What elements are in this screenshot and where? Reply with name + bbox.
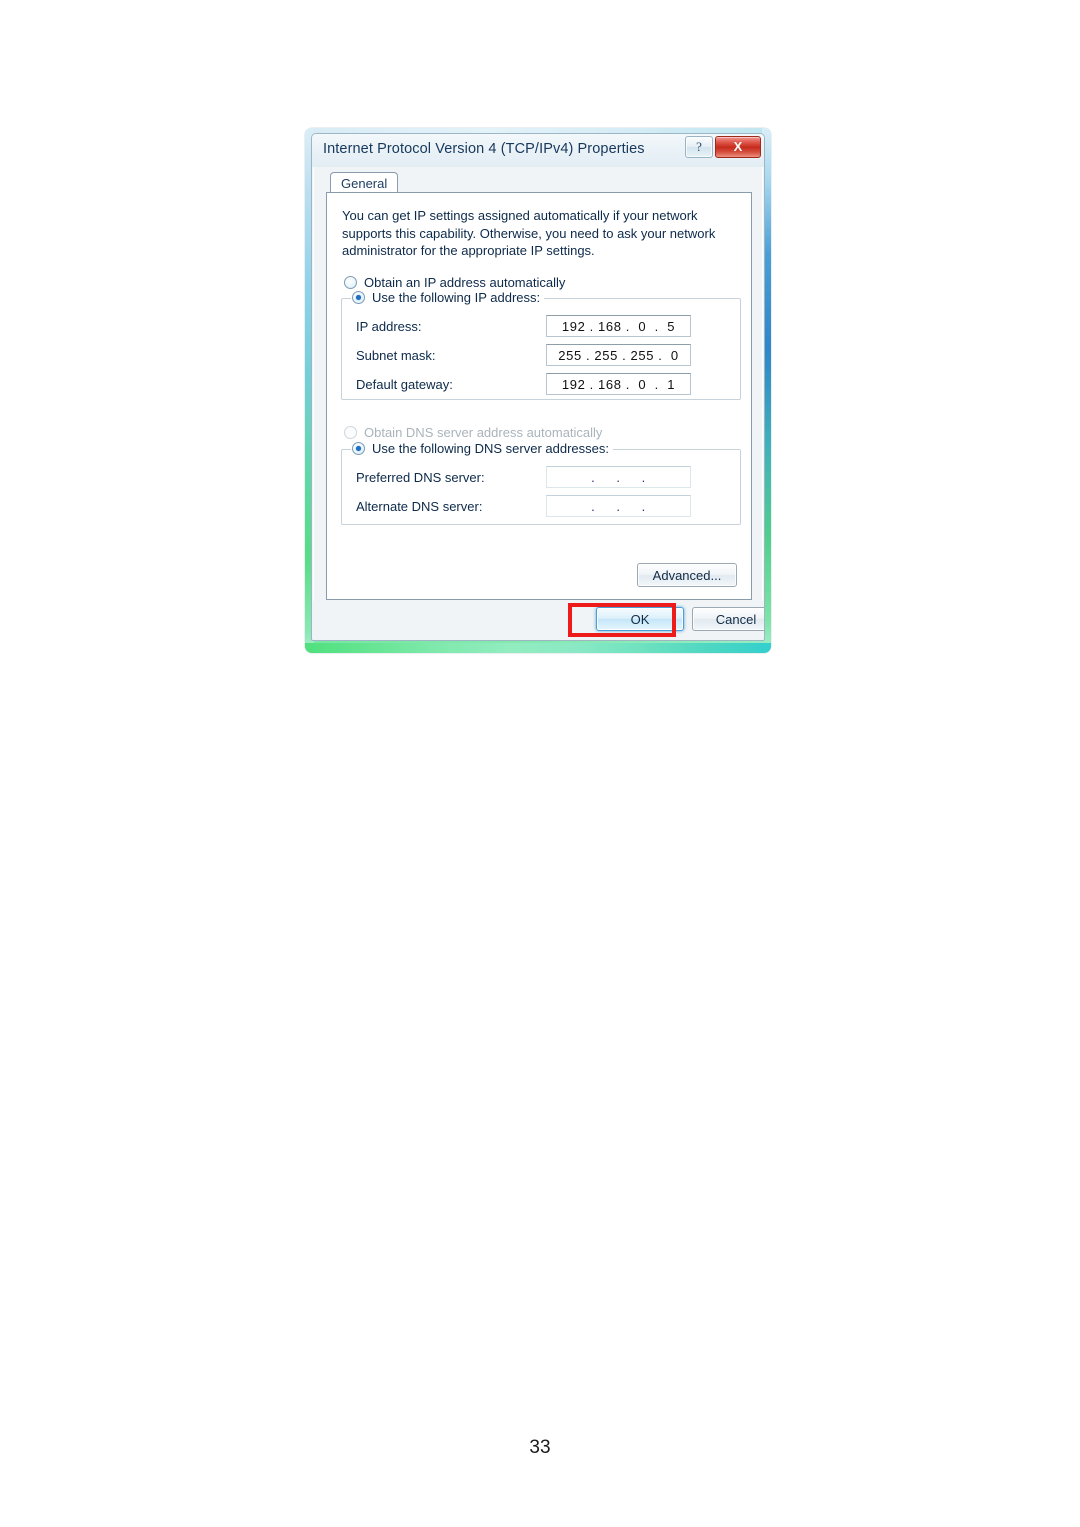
- radio-label-use-following-ip-address: Use the following IP address:: [372, 290, 541, 305]
- radio-label-obtain-dns-automatically: Obtain DNS server address automatically: [364, 425, 603, 440]
- radio-use-following-ip-address[interactable]: Use the following IP address:: [351, 290, 545, 305]
- dialog-title: Internet Protocol Version 4 (TCP/IPv4) P…: [323, 141, 645, 157]
- radio-use-following-dns-addresses[interactable]: Use the following DNS server addresses:: [351, 441, 613, 456]
- input-preferred-dns-server[interactable]: . . .: [546, 466, 691, 488]
- tab-strip: General: [326, 172, 752, 193]
- caption-button-group: ? X: [685, 136, 761, 158]
- cancel-button[interactable]: Cancel: [692, 607, 764, 631]
- field-row-subnet-mask: Subnet mask: 255 . 255 . 255 . 0: [356, 344, 691, 366]
- input-ip-address[interactable]: 192 . 168 . 0 . 5: [546, 315, 691, 337]
- tab-area: General You can get IP settings assigned…: [326, 172, 752, 600]
- input-alternate-dns-server[interactable]: . . .: [546, 495, 691, 517]
- radio-indicator-use-following-dns-addresses: [352, 442, 365, 455]
- field-row-alternate-dns: Alternate DNS server: . . .: [356, 495, 691, 517]
- radio-indicator-obtain-ip-automatically: [344, 276, 357, 289]
- help-icon[interactable]: ?: [685, 136, 713, 158]
- tab-general[interactable]: General: [330, 172, 399, 193]
- radio-obtain-ip-automatically[interactable]: Obtain an IP address automatically: [344, 275, 565, 290]
- ip-address-groupbox: Use the following IP address: IP address…: [341, 290, 741, 400]
- page-number: 33: [529, 1437, 551, 1458]
- tab-panel-general: You can get IP settings assigned automat…: [326, 192, 752, 600]
- radio-indicator-obtain-dns-automatically: [344, 426, 357, 439]
- radio-indicator-use-following-ip-address: [352, 291, 365, 304]
- window-frame-bottom-edge: [305, 643, 771, 653]
- input-default-gateway[interactable]: 192 . 168 . 0 . 1: [546, 373, 691, 395]
- dns-server-groupbox: Use the following DNS server addresses: …: [341, 441, 741, 525]
- radio-obtain-dns-automatically[interactable]: Obtain DNS server address automatically: [344, 425, 602, 440]
- radio-label-obtain-ip-automatically: Obtain an IP address automatically: [364, 275, 566, 290]
- advanced-button[interactable]: Advanced...: [637, 563, 737, 587]
- label-ip-address: IP address:: [356, 318, 422, 334]
- tcpip-properties-dialog: Internet Protocol Version 4 (TCP/IPv4) P…: [311, 133, 765, 641]
- label-default-gateway: Default gateway:: [356, 376, 453, 392]
- radio-label-use-following-dns-addresses: Use the following DNS server addresses:: [372, 441, 609, 456]
- field-row-default-gateway: Default gateway: 192 . 168 . 0 . 1: [356, 373, 691, 395]
- label-alternate-dns-server: Alternate DNS server:: [356, 498, 483, 514]
- label-subnet-mask: Subnet mask:: [356, 347, 436, 363]
- label-preferred-dns-server: Preferred DNS server:: [356, 469, 485, 485]
- intro-text: You can get IP settings assigned automat…: [342, 208, 716, 258]
- close-icon[interactable]: X: [715, 136, 761, 158]
- ok-button[interactable]: OK: [596, 607, 684, 631]
- input-subnet-mask[interactable]: 255 . 255 . 255 . 0: [546, 344, 691, 366]
- dialog-footer: OK Cancel: [313, 601, 764, 639]
- dialog-window-frame: Internet Protocol Version 4 (TCP/IPv4) P…: [305, 128, 771, 653]
- dialog-titlebar[interactable]: Internet Protocol Version 4 (TCP/IPv4) P…: [312, 134, 764, 167]
- field-row-ip-address: IP address: 192 . 168 . 0 . 5: [356, 315, 691, 337]
- field-row-preferred-dns: Preferred DNS server: . . .: [356, 466, 691, 488]
